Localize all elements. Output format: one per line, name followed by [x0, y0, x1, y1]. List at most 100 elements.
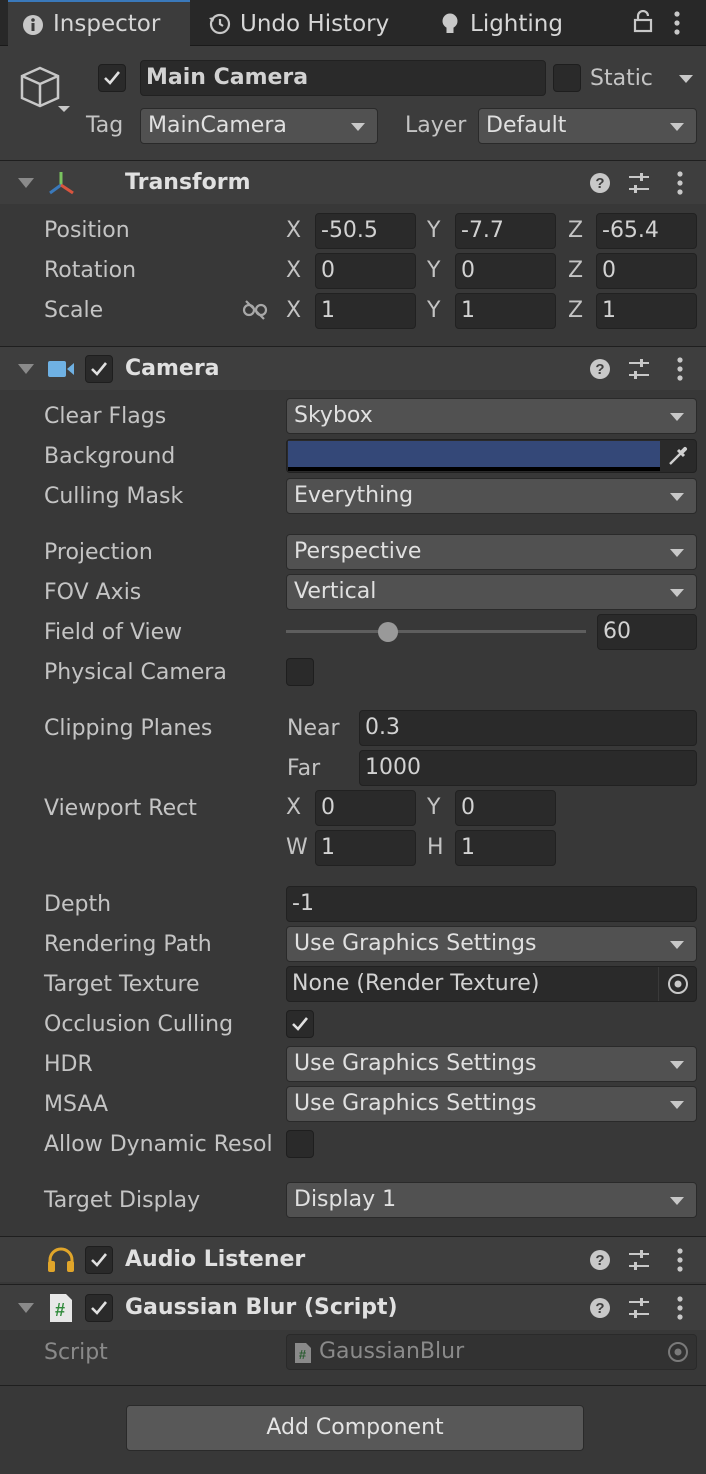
fov-slider[interactable] — [286, 616, 586, 648]
rotation-x-axis[interactable]: X — [286, 253, 301, 289]
occlusion-culling-checkbox[interactable] — [286, 1010, 314, 1038]
scale-y-input[interactable]: 1 — [455, 293, 556, 329]
viewport-h-axis[interactable]: H — [427, 830, 444, 866]
static-checkbox[interactable] — [553, 64, 581, 92]
add-component-button[interactable]: Add Component — [126, 1405, 584, 1451]
viewport-y-axis[interactable]: Y — [427, 790, 440, 826]
scale-z-axis[interactable]: Z — [568, 293, 583, 329]
gameobject-cube-icon[interactable] — [16, 64, 74, 114]
lock-icon[interactable] — [633, 10, 653, 34]
near-label[interactable]: Near — [287, 714, 340, 744]
clear-flags-dropdown[interactable]: Skybox — [286, 398, 697, 434]
projection-dropdown[interactable]: Perspective — [286, 534, 697, 570]
far-label[interactable]: Far — [287, 754, 320, 784]
scale-y-axis[interactable]: Y — [427, 293, 440, 329]
help-icon[interactable]: ? — [589, 1249, 611, 1271]
target-display-value: Display 1 — [294, 1187, 397, 1212]
culling-mask-value: Everything — [294, 483, 414, 508]
tag-value: MainCamera — [148, 113, 287, 138]
gaussian-blur-header[interactable]: # Gaussian Blur (Script) ? — [0, 1284, 706, 1330]
background-color-field[interactable] — [286, 439, 697, 473]
viewport-w-axis[interactable]: W — [286, 830, 308, 866]
layer-value: Default — [486, 113, 567, 138]
chevron-down-icon — [670, 1061, 684, 1069]
tab-lighting-label: Lighting — [470, 11, 563, 37]
more-options-icon[interactable] — [672, 10, 682, 36]
presets-sliders-icon[interactable] — [628, 171, 650, 195]
depth-input[interactable]: -1 — [286, 886, 697, 922]
position-z-input[interactable]: -65.4 — [596, 213, 697, 249]
rendering-path-value: Use Graphics Settings — [294, 931, 537, 956]
audio-listener-enabled-checkbox[interactable] — [85, 1246, 113, 1274]
fov-slider-thumb[interactable] — [378, 622, 398, 642]
rotation-y-axis[interactable]: Y — [427, 253, 440, 289]
physical-camera-checkbox[interactable] — [286, 658, 314, 686]
scale-z-input[interactable]: 1 — [596, 293, 697, 329]
viewport-x-input[interactable]: 0 — [315, 790, 416, 826]
chevron-down-icon — [670, 123, 684, 131]
position-z-axis[interactable]: Z — [568, 213, 583, 249]
gaussian-blur-enabled-checkbox[interactable] — [85, 1294, 113, 1322]
foldout-arrow-icon[interactable] — [18, 178, 34, 188]
static-dropdown-arrow[interactable] — [679, 75, 693, 83]
tab-lighting[interactable]: Lighting — [430, 0, 590, 46]
dynamic-resolution-checkbox[interactable] — [286, 1130, 314, 1158]
msaa-dropdown[interactable]: Use Graphics Settings — [286, 1086, 697, 1122]
more-options-icon[interactable] — [675, 1247, 685, 1273]
foldout-arrow-icon[interactable] — [18, 364, 34, 374]
active-checkbox[interactable] — [98, 64, 126, 92]
rotation-z-input[interactable]: 0 — [596, 253, 697, 289]
layer-dropdown[interactable]: Default — [478, 108, 697, 144]
tab-undo-history[interactable]: Undo History — [200, 0, 396, 46]
object-name-input[interactable]: Main Camera — [140, 60, 546, 96]
chevron-down-icon — [351, 123, 365, 131]
fov-axis-dropdown[interactable]: Vertical — [286, 574, 697, 610]
help-icon[interactable]: ? — [589, 172, 611, 194]
svg-text:?: ? — [595, 1252, 604, 1269]
presets-sliders-icon[interactable] — [628, 1296, 650, 1320]
presets-sliders-icon[interactable] — [628, 1248, 650, 1272]
help-icon[interactable]: ? — [589, 358, 611, 380]
position-y-axis[interactable]: Y — [427, 213, 440, 249]
section-divider — [0, 1385, 706, 1386]
position-x-axis[interactable]: X — [286, 213, 301, 249]
target-texture-picker[interactable] — [658, 967, 696, 1001]
far-input[interactable]: 1000 — [359, 750, 697, 786]
scale-x-input[interactable]: 1 — [315, 293, 416, 329]
rotation-y-input[interactable]: 0 — [455, 253, 556, 289]
position-x-input[interactable]: -50.5 — [315, 213, 416, 249]
viewport-w-input[interactable]: 1 — [315, 830, 416, 866]
audio-listener-header[interactable]: Audio Listener ? — [0, 1236, 706, 1282]
rendering-path-dropdown[interactable]: Use Graphics Settings — [286, 926, 697, 962]
fov-label: Field of View — [44, 620, 183, 645]
target-display-dropdown[interactable]: Display 1 — [286, 1182, 697, 1218]
position-y-input[interactable]: -7.7 — [455, 213, 556, 249]
tag-dropdown[interactable]: MainCamera — [140, 108, 378, 144]
clear-flags-value: Skybox — [294, 403, 373, 428]
more-options-icon[interactable] — [675, 1295, 685, 1321]
chevron-down-icon — [670, 941, 684, 949]
hdr-dropdown[interactable]: Use Graphics Settings — [286, 1046, 697, 1082]
presets-sliders-icon[interactable] — [628, 357, 650, 381]
more-options-icon[interactable] — [675, 170, 685, 196]
help-icon[interactable]: ? — [589, 1297, 611, 1319]
fov-input[interactable]: 60 — [597, 614, 697, 650]
near-input[interactable]: 0.3 — [359, 710, 697, 746]
rotation-x-input[interactable]: 0 — [315, 253, 416, 289]
foldout-arrow-icon[interactable] — [18, 1303, 34, 1313]
viewport-x-axis[interactable]: X — [286, 790, 301, 826]
target-texture-field[interactable]: None (Render Texture) — [286, 966, 697, 1002]
camera-header[interactable]: Camera ? — [0, 346, 706, 390]
viewport-h-input[interactable]: 1 — [455, 830, 556, 866]
culling-mask-dropdown[interactable]: Everything — [286, 478, 697, 514]
more-options-icon[interactable] — [675, 356, 685, 382]
scale-x-axis[interactable]: X — [286, 293, 301, 329]
camera-enabled-checkbox[interactable] — [85, 355, 113, 383]
transform-header[interactable]: Transform ? — [0, 160, 706, 204]
tab-inspector[interactable]: Inspector — [8, 0, 190, 46]
viewport-y-input[interactable]: 0 — [455, 790, 556, 826]
background-color-swatch[interactable] — [288, 441, 660, 467]
rotation-z-axis[interactable]: Z — [568, 253, 583, 289]
unlinked-scale-icon[interactable] — [242, 300, 268, 320]
eyedropper-icon[interactable] — [667, 445, 689, 467]
